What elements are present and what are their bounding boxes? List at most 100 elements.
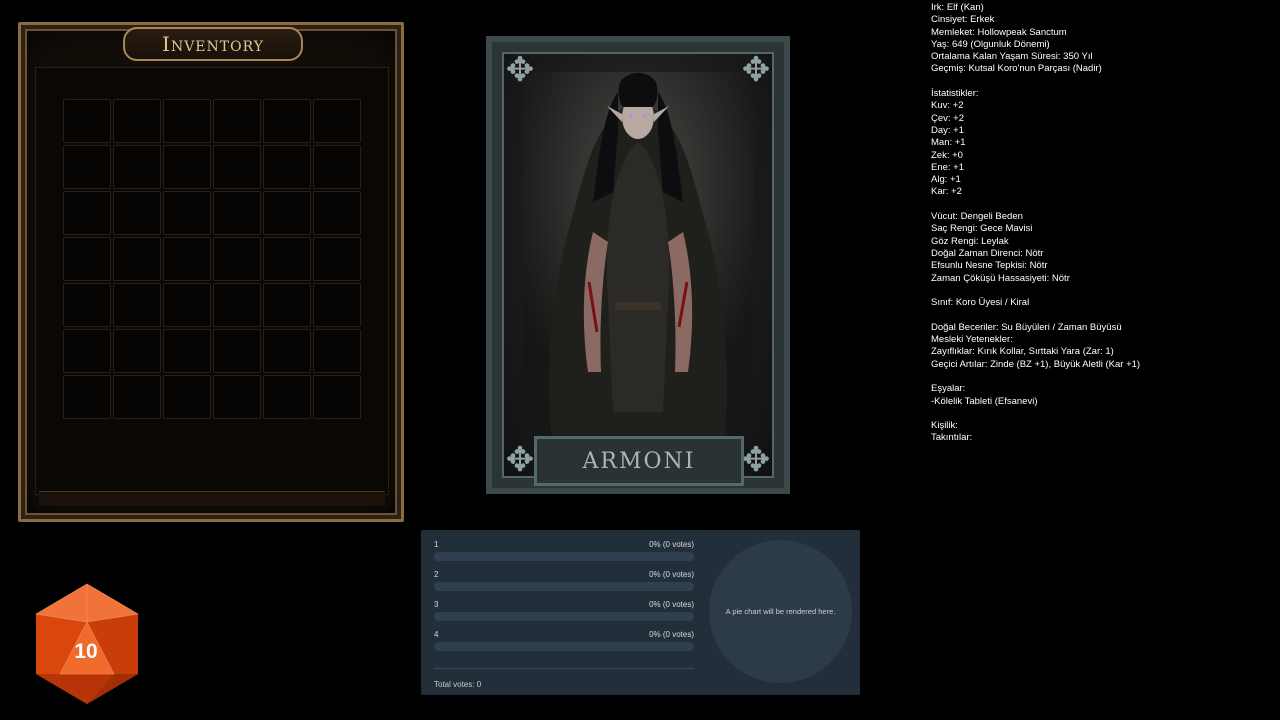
inventory-slot[interactable]: [213, 99, 261, 143]
stats-line: Geçici Artılar: Zinde (BZ +1), Büyük Ale…: [931, 358, 1141, 370]
inventory-slot[interactable]: [63, 237, 111, 281]
inventory-slot[interactable]: [63, 145, 111, 189]
inventory-slot[interactable]: [213, 191, 261, 235]
stats-line: Ene: +1: [931, 161, 965, 173]
inventory-slot[interactable]: [263, 283, 311, 327]
inventory-slot[interactable]: [63, 99, 111, 143]
inventory-slot[interactable]: [263, 237, 311, 281]
poll-widget: 1 0% (0 votes) 2 0% (0 votes) 3 0% (0 votes) 4…: [421, 530, 860, 695]
poll-option[interactable]: 3 0% (0 votes): [434, 600, 694, 626]
poll-option[interactable]: 1 0% (0 votes): [434, 540, 694, 566]
stats-line: Cinsiyet: Erkek: [931, 14, 995, 26]
stats-line: İstatistikler:: [931, 88, 979, 100]
stats-line: Yaş: 649 (Olgunluk Dönemi): [931, 38, 1050, 50]
inventory-slot[interactable]: [313, 237, 361, 281]
pie-placeholder-text: A pie chart will be rendered here.: [725, 607, 836, 616]
character-portrait: [523, 72, 753, 452]
character-stats-text: Irk: Elf (Kan) Cinsiyet: Erkek Memleket: H…: [931, 2, 1271, 445]
poll-option-bar: [434, 612, 694, 621]
inventory-slot[interactable]: [113, 375, 161, 419]
stats-spacer: [931, 76, 1271, 88]
inventory-slot[interactable]: [163, 99, 211, 143]
stats-spacer: [931, 199, 1271, 211]
inventory-slot[interactable]: [213, 237, 261, 281]
stats-line: Doğal Zaman Direnci: Nötr: [931, 247, 1044, 259]
poll-option-label: 3: [434, 600, 439, 609]
poll-option[interactable]: 4 0% (0 votes): [434, 630, 694, 656]
stats-line: Zek: +0: [931, 149, 963, 161]
stats-line: Saç Rengi: Gece Mavisi: [931, 223, 1033, 235]
inventory-slot[interactable]: [213, 145, 261, 189]
stats-spacer: [931, 371, 1271, 383]
inventory-slot[interactable]: [63, 283, 111, 327]
inventory-slot[interactable]: [163, 145, 211, 189]
stats-line: Kişilik:: [931, 420, 958, 432]
poll-option-label: 2: [434, 570, 439, 579]
inventory-slot[interactable]: [113, 145, 161, 189]
inventory-slot[interactable]: [313, 99, 361, 143]
inventory-slot[interactable]: [163, 375, 211, 419]
character-card: ✥ ✥ ✥ ✥ ARMONI: [486, 36, 790, 494]
poll-option[interactable]: 2 0% (0 votes): [434, 570, 694, 596]
inventory-slot[interactable]: [263, 191, 311, 235]
stats-line: -Kölelik Tableti (Efsanevi): [931, 395, 1038, 407]
character-name: ARMONI: [582, 448, 696, 474]
character-nameplate: ARMONI: [534, 436, 744, 486]
inventory-title-banner: Inventory: [123, 27, 303, 61]
inventory-slot[interactable]: [263, 145, 311, 189]
stats-line: Sınıf: Koro Üyesi / Kiral: [931, 297, 1030, 309]
stats-spacer: [931, 408, 1271, 420]
inventory-slot[interactable]: [163, 283, 211, 327]
poll-option-bar: [434, 552, 694, 561]
stats-line: Zayıflıklar: Kırık Kollar, Sırttaki Yara…: [931, 346, 1114, 358]
stats-line: Göz Rengi: Leylak: [931, 235, 1009, 247]
inventory-footer-bar: [39, 491, 385, 506]
inventory-slot[interactable]: [63, 191, 111, 235]
stats-line: Irk: Elf (Kan): [931, 2, 984, 13]
stats-line: Eşyalar:: [931, 383, 966, 395]
inventory-slot[interactable]: [213, 283, 261, 327]
inventory-slot[interactable]: [213, 329, 261, 373]
inventory-slot[interactable]: [113, 191, 161, 235]
inventory-slot[interactable]: [313, 145, 361, 189]
stats-line: Kar: +2: [931, 186, 962, 198]
inventory-slot[interactable]: [313, 283, 361, 327]
poll-divider: [434, 668, 694, 669]
stats-line: Vücut: Dengeli Beden: [931, 211, 1023, 223]
inventory-slot[interactable]: [63, 329, 111, 373]
inventory-slot[interactable]: [263, 375, 311, 419]
inventory-grid: [63, 99, 365, 419]
inventory-slot[interactable]: [113, 99, 161, 143]
stats-spacer: [931, 285, 1271, 297]
stats-line: Mesleki Yetenekler:: [931, 334, 1013, 346]
stats-line: Takıntılar:: [931, 432, 973, 444]
inventory-slot[interactable]: [113, 237, 161, 281]
inventory-slot[interactable]: [63, 375, 111, 419]
inventory-slot[interactable]: [163, 237, 211, 281]
poll-option-label: 1: [434, 540, 439, 549]
inventory-slot[interactable]: [263, 99, 311, 143]
stats-line: Zaman Çöküşü Hassasiyeti: Nötr: [931, 272, 1070, 284]
inventory-slot[interactable]: [213, 375, 261, 419]
inventory-slot[interactable]: [313, 191, 361, 235]
poll-option-bar: [434, 642, 694, 651]
inventory-slot[interactable]: [113, 283, 161, 327]
stats-line: Memleket: Hollowpeak Sanctum: [931, 26, 1067, 38]
stats-line: Doğal Beceriler: Su Büyüleri / Zaman Büy…: [931, 321, 1122, 333]
stats-line: Alg: +1: [931, 174, 961, 186]
inventory-slot[interactable]: [163, 191, 211, 235]
character-portrait-frame: ✥ ✥ ✥ ✥: [502, 52, 774, 478]
stats-line: Kuv: +2: [931, 100, 964, 112]
inventory-slot[interactable]: [313, 329, 361, 373]
stats-line: Ortalama Kalan Yaşam Süresi: 350 Yıl: [931, 51, 1093, 63]
poll-option-result: 0% (0 votes): [649, 570, 694, 579]
poll-option-result: 0% (0 votes): [649, 600, 694, 609]
inventory-slot[interactable]: [263, 329, 311, 373]
inventory-slot[interactable]: [163, 329, 211, 373]
stats-line: Geçmiş: Kutsal Koro'nun Parçası (Nadir): [931, 63, 1102, 75]
dice-value: 10: [74, 640, 98, 663]
inventory-slot[interactable]: [113, 329, 161, 373]
inventory-slot[interactable]: [313, 375, 361, 419]
stats-line: Day: +1: [931, 124, 965, 136]
poll-option-result: 0% (0 votes): [649, 630, 694, 639]
